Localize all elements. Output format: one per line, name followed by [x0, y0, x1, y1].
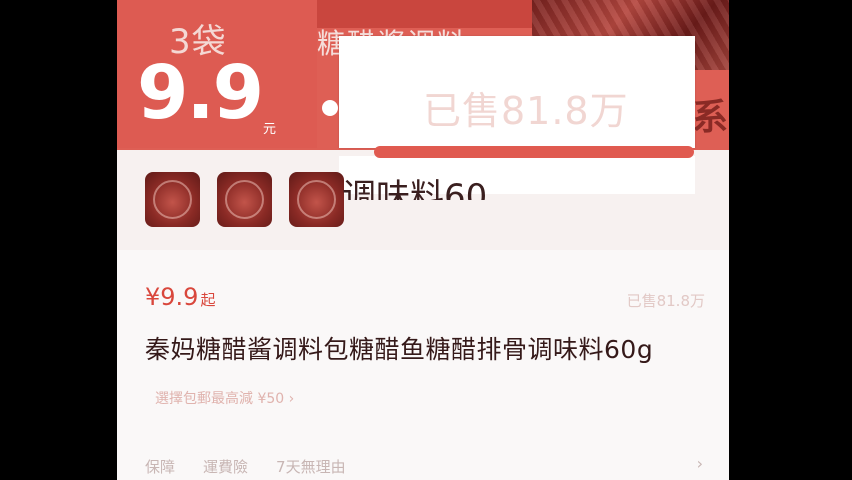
- product-price: ¥9.9: [145, 283, 199, 311]
- product-title: 秦妈糖醋酱调料包糖醋鱼糖醋排骨调味料60g: [145, 335, 654, 364]
- shipping-promo-link[interactable]: 選擇包郵最高減 ¥50 ›: [155, 388, 294, 408]
- sold-count: 已售81.8万: [626, 292, 705, 310]
- thumbnail-row: [145, 172, 344, 227]
- chevron-right-icon[interactable]: ›: [697, 454, 703, 473]
- yuan-label: 元: [263, 122, 277, 137]
- sold-popup: 已售81.8万: [339, 36, 695, 148]
- thumbnail-2[interactable]: [217, 172, 272, 227]
- thumbnail-1[interactable]: [145, 172, 200, 227]
- service-row[interactable]: 保障 運費險 7天無理由: [145, 456, 346, 477]
- price-suffix: 起: [200, 291, 216, 309]
- popup-underline: [374, 146, 694, 158]
- service-item-shipping-insurance: 運費險: [203, 458, 249, 476]
- product-info: ¥9.9 起 已售81.8万 秦妈糖醋酱调料包糖醋鱼糖醋排骨调味料60g 選擇包郵…: [117, 250, 729, 480]
- sold-popup-text: 已售81.8万: [423, 89, 629, 133]
- product-screen: 3袋 9.9 元 糖醋酱调料 系 已售81.8万 调味料60 ¥9.9起 已售8…: [117, 0, 729, 480]
- promo-price: 9.9: [137, 50, 264, 136]
- promo-price-card: 3袋 9.9 元: [117, 0, 317, 148]
- service-item-guarantee: 保障: [145, 458, 176, 476]
- partial-title: 调味料60: [342, 177, 488, 200]
- thumbnail-3[interactable]: [289, 172, 344, 227]
- service-item-7day-return: 7天無理由: [276, 458, 346, 476]
- price-row: ¥9.9 起: [145, 283, 215, 311]
- banner-tail-text: 系: [692, 97, 729, 138]
- dot-icon: [322, 100, 338, 116]
